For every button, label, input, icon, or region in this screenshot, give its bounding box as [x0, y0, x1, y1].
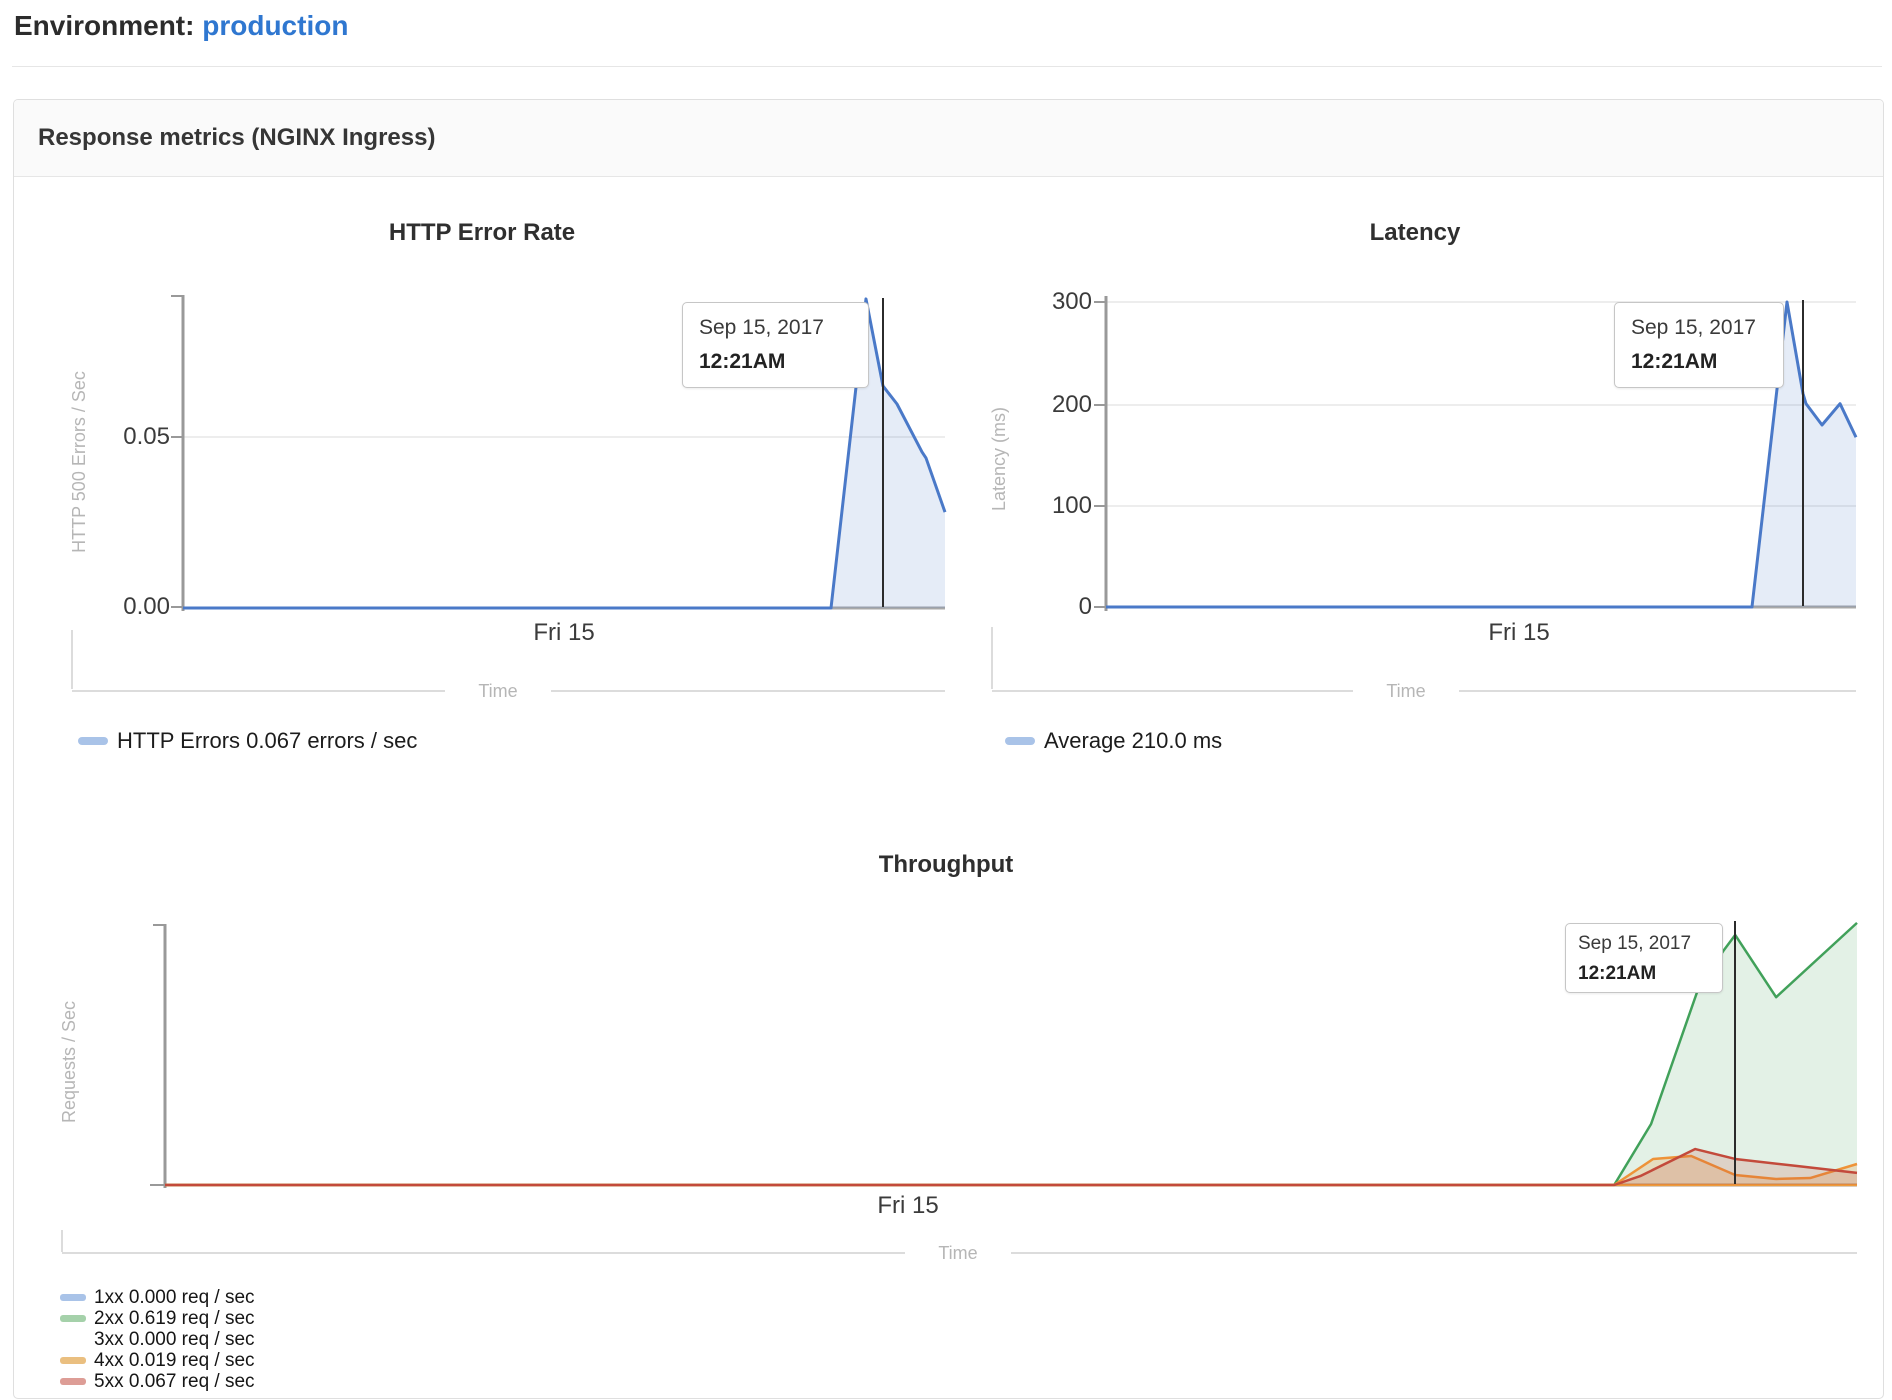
errors-ytick-005: 0.05 — [80, 423, 170, 451]
throughput-y-axis-label: Requests / Sec — [59, 894, 81, 1230]
errors-legend-swatch — [78, 737, 108, 745]
throughput-tooltip: Sep 15, 2017 12:21AM — [1565, 923, 1723, 993]
throughput-legend-swatch-1xx — [60, 1294, 86, 1301]
throughput-legend-row-4xx: 4xx 0.019 req / sec — [60, 1350, 255, 1371]
throughput-legend-row-5xx: 5xx 0.067 req / sec — [60, 1371, 255, 1392]
throughput-line-4xx — [165, 1156, 1857, 1185]
latency-tooltip-date: Sep 15, 2017 — [1631, 316, 1767, 340]
throughput-area-4xx — [165, 1156, 1857, 1185]
throughput-tooltip-time: 12:21AM — [1578, 963, 1710, 985]
throughput-legend-swatch-4xx — [60, 1357, 86, 1364]
errors-ytick-000: 0.00 — [80, 593, 170, 621]
latency-legend-label: Average 210.0 ms — [1044, 728, 1222, 754]
latency-legend: Average 210.0 ms — [1005, 728, 1222, 754]
latency-ytick-0: 0 — [1002, 593, 1092, 621]
throughput-legend: 1xx 0.000 req / sec 2xx 0.619 req / sec … — [60, 1287, 255, 1392]
latency-legend-swatch — [1005, 737, 1035, 745]
throughput-line-5xx — [165, 1149, 1857, 1185]
throughput-legend-row-2xx: 2xx 0.619 req / sec — [60, 1308, 255, 1329]
charts-canvas — [0, 0, 1892, 1400]
environment-metrics-page: Environment: production Response metrics… — [0, 0, 1892, 1400]
throughput-legend-row-3xx: 3xx 0.000 req / sec — [60, 1329, 255, 1350]
throughput-legend-row-1xx: 1xx 0.000 req / sec — [60, 1287, 255, 1308]
throughput-legend-label-5xx: 5xx 0.067 req / sec — [94, 1371, 255, 1393]
throughput-xtick-fri15: Fri 15 — [808, 1192, 1008, 1220]
throughput-legend-label-3xx: 3xx 0.000 req / sec — [94, 1329, 255, 1351]
latency-ytick-100: 100 — [1002, 492, 1092, 520]
latency-y-axis-label: Latency (ms) — [989, 291, 1011, 627]
throughput-area-5xx — [165, 1149, 1857, 1185]
latency-x-axis-label: Time — [1353, 681, 1459, 702]
throughput-legend-label-1xx: 1xx 0.000 req / sec — [94, 1287, 255, 1309]
latency-ytick-200: 200 — [1002, 391, 1092, 419]
throughput-chart-title: Throughput — [736, 851, 1156, 879]
errors-tooltip: Sep 15, 2017 12:21AM — [682, 302, 869, 388]
latency-chart-title: Latency — [1205, 219, 1625, 247]
throughput-legend-label-4xx: 4xx 0.019 req / sec — [94, 1350, 255, 1372]
errors-tooltip-date: Sep 15, 2017 — [699, 316, 852, 340]
latency-tooltip-time: 12:21AM — [1631, 350, 1767, 374]
latency-tooltip: Sep 15, 2017 12:21AM — [1614, 302, 1784, 388]
errors-chart-title: HTTP Error Rate — [272, 219, 692, 247]
errors-legend-label: HTTP Errors 0.067 errors / sec — [117, 728, 417, 754]
errors-tooltip-time: 12:21AM — [699, 350, 852, 374]
latency-ytick-300: 300 — [1002, 288, 1092, 316]
throughput-legend-swatch-2xx — [60, 1315, 86, 1322]
errors-x-axis-label: Time — [445, 681, 551, 702]
throughput-legend-label-2xx: 2xx 0.619 req / sec — [94, 1308, 255, 1330]
errors-legend: HTTP Errors 0.067 errors / sec — [78, 728, 417, 754]
throughput-tooltip-date: Sep 15, 2017 — [1578, 933, 1710, 955]
latency-xtick-fri15: Fri 15 — [1419, 619, 1619, 647]
throughput-legend-swatch-5xx — [60, 1378, 86, 1385]
errors-y-axis-label: HTTP 500 Errors / Sec — [69, 294, 91, 630]
throughput-x-axis-label: Time — [905, 1243, 1011, 1264]
throughput-legend-swatch-3xx — [60, 1336, 86, 1343]
errors-xtick-fri15: Fri 15 — [464, 619, 664, 647]
